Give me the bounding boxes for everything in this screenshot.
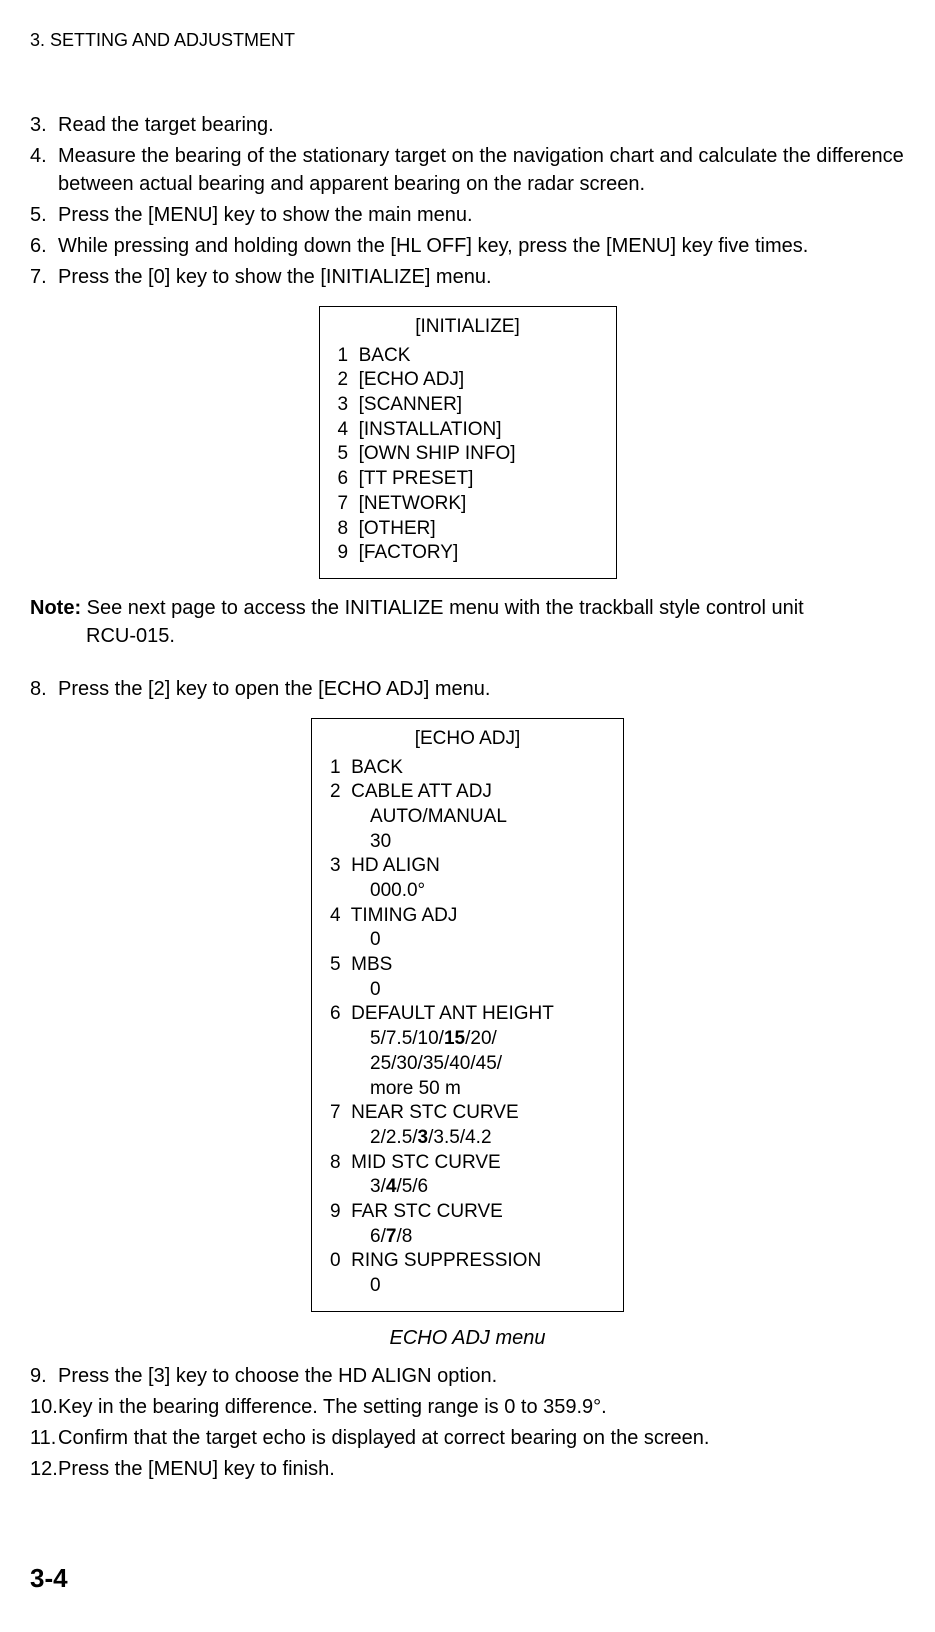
- menu-item: 1 BACK: [338, 344, 598, 369]
- menu-item: 4 [INSTALLATION]: [338, 418, 598, 443]
- menu-item: 000.0°: [330, 879, 605, 904]
- step-row: 4.Measure the bearing of the stationary …: [30, 142, 905, 198]
- step-text: Confirm that the target echo is displaye…: [58, 1424, 905, 1452]
- steps-group-a: 3.Read the target bearing.4.Measure the …: [30, 111, 905, 291]
- step-row: 12.Press the [MENU] key to finish.: [30, 1455, 905, 1483]
- menu-item: AUTO/MANUAL: [330, 805, 605, 830]
- menu-item: 9 [FACTORY]: [338, 541, 598, 566]
- menu-item: more 50 m: [330, 1077, 605, 1102]
- menu-item: 25/30/35/40/45/: [330, 1052, 605, 1077]
- menu-item: 0: [330, 928, 605, 953]
- menu-item: 0 RING SUPPRESSION: [330, 1249, 605, 1274]
- note-text-1: See next page to access the INITIALIZE m…: [81, 597, 804, 619]
- step-number: 3.: [30, 111, 58, 139]
- echo-adj-menu-box: [ECHO ADJ] 1 BACK2 CABLE ATT ADJAUTO/MAN…: [311, 718, 624, 1312]
- menu-item: 3/4/5/6: [330, 1175, 605, 1200]
- note-block: Note: See next page to access the INITIA…: [30, 594, 905, 650]
- menu-item: 7 [NETWORK]: [338, 492, 598, 517]
- step-text: While pressing and holding down the [HL …: [58, 232, 905, 260]
- note-label: Note:: [30, 597, 81, 619]
- step-number: 4.: [30, 142, 58, 198]
- step-text: Press the [0] key to show the [INITIALIZ…: [58, 263, 905, 291]
- step-text: Press the [3] key to choose the HD ALIGN…: [58, 1362, 905, 1390]
- step-row: 10.Key in the bearing difference. The se…: [30, 1393, 905, 1421]
- step-text: Press the [MENU] key to finish.: [58, 1455, 905, 1483]
- menu-item: 4 TIMING ADJ: [330, 904, 605, 929]
- step-row: 11.Confirm that the target echo is displ…: [30, 1424, 905, 1452]
- step-number: 5.: [30, 201, 58, 229]
- menu-item: 0: [330, 978, 605, 1003]
- menu-item: 2 CABLE ATT ADJ: [330, 780, 605, 805]
- menu-item: 3 HD ALIGN: [330, 854, 605, 879]
- step-8: 8. Press the [2] key to open the [ECHO A…: [30, 675, 905, 703]
- menu-item: 8 [OTHER]: [338, 517, 598, 542]
- step-text: Key in the bearing difference. The setti…: [58, 1393, 905, 1421]
- menu-item: 6 DEFAULT ANT HEIGHT: [330, 1002, 605, 1027]
- step-number: 10.: [30, 1393, 58, 1421]
- menu-item: 5/7.5/10/15/20/: [330, 1027, 605, 1052]
- menu-item: 30: [330, 830, 605, 855]
- section-header: 3. SETTING AND ADJUSTMENT: [30, 30, 905, 51]
- step-row: 5. Press the [MENU] key to show the main…: [30, 201, 905, 229]
- step-number: 7.: [30, 263, 58, 291]
- step-text: Press the [MENU] key to show the main me…: [58, 201, 905, 229]
- step-row: 6. While pressing and holding down the […: [30, 232, 905, 260]
- echo-adj-caption: ECHO ADJ menu: [30, 1327, 905, 1350]
- step-number: 12.: [30, 1455, 58, 1483]
- step-row: 3.Read the target bearing.: [30, 111, 905, 139]
- echo-adj-menu-title: [ECHO ADJ]: [330, 727, 605, 752]
- menu-item: 3 [SCANNER]: [338, 393, 598, 418]
- initialize-menu-title: [INITIALIZE]: [338, 315, 598, 340]
- step-number: 8.: [30, 675, 58, 703]
- menu-item: 9 FAR STC CURVE: [330, 1200, 605, 1225]
- step-text: Press the [2] key to open the [ECHO ADJ]…: [58, 675, 905, 703]
- menu-item: 2 [ECHO ADJ]: [338, 368, 598, 393]
- menu-item: 6/7/8: [330, 1225, 605, 1250]
- menu-item: 0: [330, 1274, 605, 1299]
- initialize-menu-box: [INITIALIZE] 1 BACK2 [ECHO ADJ]3 [SCANNE…: [319, 306, 617, 579]
- menu-item: 5 MBS: [330, 953, 605, 978]
- step-row: 7.Press the [0] key to show the [INITIAL…: [30, 263, 905, 291]
- menu-item: 7 NEAR STC CURVE: [330, 1101, 605, 1126]
- menu-item: 5 [OWN SHIP INFO]: [338, 442, 598, 467]
- step-number: 6.: [30, 232, 58, 260]
- menu-item: 1 BACK: [330, 756, 605, 781]
- step-row: 9.Press the [3] key to choose the HD ALI…: [30, 1362, 905, 1390]
- menu-item: 6 [TT PRESET]: [338, 467, 598, 492]
- step-number: 9.: [30, 1362, 58, 1390]
- menu-item: 2/2.5/3/3.5/4.2: [330, 1126, 605, 1151]
- note-text-2: RCU-015.: [30, 622, 905, 650]
- menu-item: 8 MID STC CURVE: [330, 1151, 605, 1176]
- steps-group-b: 9.Press the [3] key to choose the HD ALI…: [30, 1362, 905, 1483]
- step-text: Measure the bearing of the stationary ta…: [58, 142, 905, 198]
- step-number: 11.: [30, 1424, 58, 1452]
- page-number: 3-4: [30, 1563, 905, 1594]
- step-text: Read the target bearing.: [58, 111, 905, 139]
